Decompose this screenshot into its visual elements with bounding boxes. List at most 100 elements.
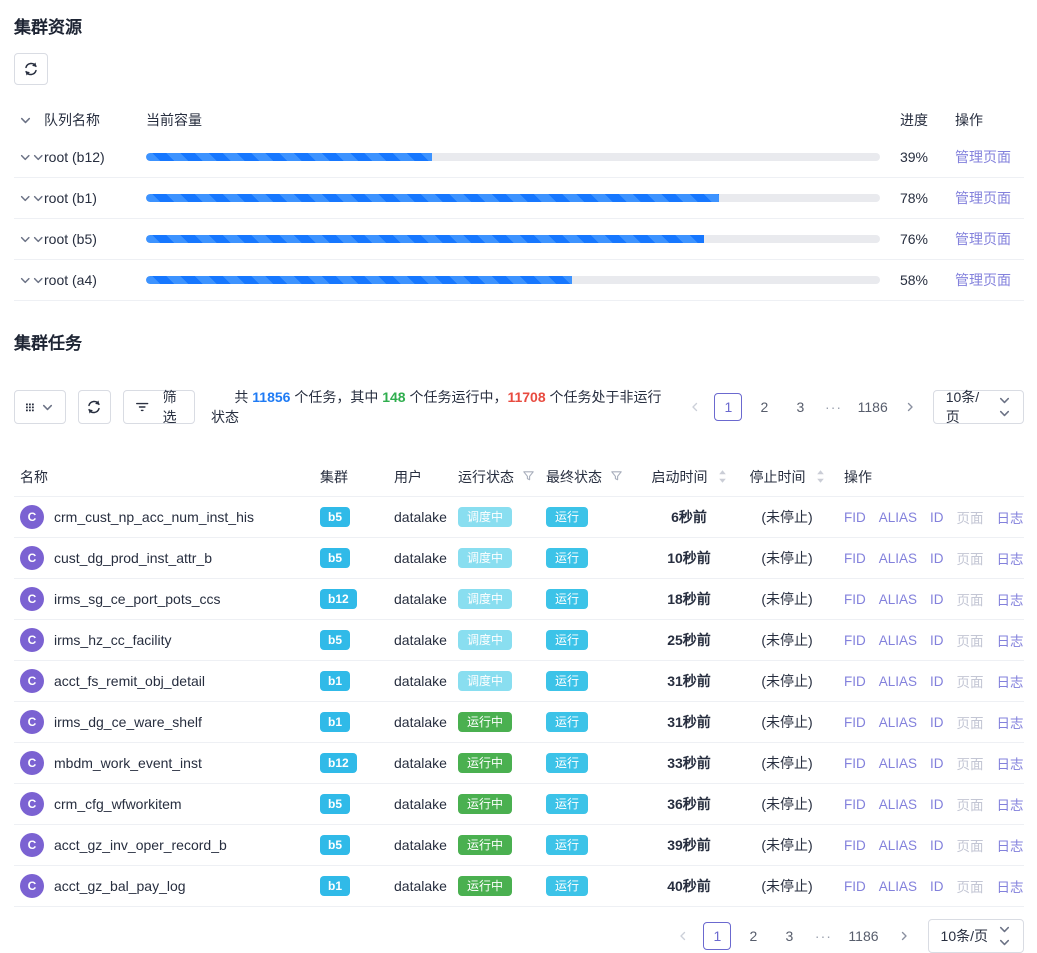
page-link[interactable]: 页面 [957,876,984,896]
page-button-2[interactable]: 2 [739,922,767,950]
id-link[interactable]: ID [930,633,944,648]
prev-page-button[interactable] [684,393,706,421]
pagination: 1 2 3 ··· 1186 10条/页 [684,390,1024,424]
log-link[interactable]: 日志 [997,548,1024,568]
alias-link[interactable]: ALIAS [879,674,917,689]
alias-link[interactable]: ALIAS [879,510,917,525]
resources-refresh-button[interactable] [14,53,48,85]
next-page-button[interactable] [899,393,921,421]
task-name: cust_dg_prod_inst_attr_b [54,550,212,566]
alias-link[interactable]: ALIAS [879,838,917,853]
log-link[interactable]: 日志 [997,507,1024,527]
next-page-button[interactable] [892,922,916,950]
alias-link[interactable]: ALIAS [879,551,917,566]
manage-page-link[interactable]: 管理页面 [955,149,1011,165]
log-link[interactable]: 日志 [997,630,1024,650]
fid-link[interactable]: FID [844,756,866,771]
log-link[interactable]: 日志 [997,794,1024,814]
page-link[interactable]: 页面 [957,671,984,691]
manage-page-link[interactable]: 管理页面 [955,190,1011,206]
funnel-filter-icon[interactable] [610,470,623,483]
summary-text: 共 [234,389,252,405]
id-link[interactable]: ID [930,551,944,566]
page-link[interactable]: 页面 [957,630,984,650]
page-size-select[interactable]: 10条/页 [928,919,1024,953]
page-link[interactable]: 页面 [957,507,984,527]
page-button-last[interactable]: 1186 [843,922,883,950]
start-time: 25秒前 [640,630,738,650]
page-ellipsis[interactable]: ··· [822,399,844,415]
log-link[interactable]: 日志 [997,589,1024,609]
log-link[interactable]: 日志 [997,876,1024,896]
final-status-tag: 运行 [546,671,588,691]
page-ellipsis[interactable]: ··· [811,928,835,944]
sort-icon[interactable] [816,469,825,484]
fid-link[interactable]: FID [844,879,866,894]
prev-page-button[interactable] [671,922,695,950]
filter-button[interactable]: 筛选 [123,390,195,424]
manage-page-link[interactable]: 管理页面 [955,231,1011,247]
tasks-toolbar: 筛选 共 11856 个任务，其中 148 个任务运行中，11708 个任务处于… [14,371,1024,443]
id-link[interactable]: ID [930,879,944,894]
fid-link[interactable]: FID [844,633,866,648]
expand-chevron-down-icon[interactable] [14,274,44,287]
funnel-filter-icon[interactable] [522,470,535,483]
expand-chevron-down-icon[interactable] [14,192,44,205]
task-user: datalake [394,837,458,853]
alias-link[interactable]: ALIAS [879,715,917,730]
id-link[interactable]: ID [930,674,944,689]
page-link[interactable]: 页面 [957,794,984,814]
id-link[interactable]: ID [930,715,944,730]
page-button-1[interactable]: 1 [703,922,731,950]
id-link[interactable]: ID [930,797,944,812]
task-avatar: C [20,628,44,652]
tasks-refresh-button[interactable] [78,390,111,424]
refresh-icon [23,61,39,77]
log-link[interactable]: 日志 [997,712,1024,732]
fid-link[interactable]: FID [844,797,866,812]
alias-link[interactable]: ALIAS [879,879,917,894]
page-button-1[interactable]: 1 [714,393,742,421]
id-link[interactable]: ID [930,756,944,771]
alias-link[interactable]: ALIAS [879,797,917,812]
page-button-3[interactable]: 3 [775,922,803,950]
page-link[interactable]: 页面 [957,753,984,773]
stop-time: (未停止) [738,671,836,691]
alias-link[interactable]: ALIAS [879,592,917,607]
filter-button-label: 筛选 [156,387,183,427]
fid-link[interactable]: FID [844,551,866,566]
id-link[interactable]: ID [930,592,944,607]
id-link[interactable]: ID [930,838,944,853]
expand-chevron-down-icon[interactable] [14,151,44,164]
expand-chevron-down-icon[interactable] [14,233,44,246]
log-link[interactable]: 日志 [997,835,1024,855]
page-size-select[interactable]: 10条/页 [933,390,1024,424]
capacity-progress-fill [146,276,572,284]
final-status-tag: 运行 [546,794,588,814]
stop-time: (未停止) [738,507,836,527]
page-button-2[interactable]: 2 [750,393,778,421]
stop-time: (未停止) [738,835,836,855]
page-link[interactable]: 页面 [957,548,984,568]
cluster-badge: b5 [320,630,350,650]
alias-link[interactable]: ALIAS [879,633,917,648]
fid-link[interactable]: FID [844,674,866,689]
log-link[interactable]: 日志 [997,753,1024,773]
id-link[interactable]: ID [930,510,944,525]
fid-link[interactable]: FID [844,592,866,607]
alias-link[interactable]: ALIAS [879,756,917,771]
page-link[interactable]: 页面 [957,589,984,609]
page-link[interactable]: 页面 [957,712,984,732]
page-button-3[interactable]: 3 [786,393,814,421]
fid-link[interactable]: FID [844,838,866,853]
page-button-last[interactable]: 1186 [853,393,891,421]
page-link[interactable]: 页面 [957,835,984,855]
fid-link[interactable]: FID [844,510,866,525]
collapse-all-chevron-down-icon[interactable] [14,114,44,127]
log-link[interactable]: 日志 [997,671,1024,691]
fid-link[interactable]: FID [844,715,866,730]
capacity-progress-fill [146,194,719,202]
layout-grid-dropdown-button[interactable] [14,390,66,424]
manage-page-link[interactable]: 管理页面 [955,272,1011,288]
sort-icon[interactable] [718,469,727,484]
